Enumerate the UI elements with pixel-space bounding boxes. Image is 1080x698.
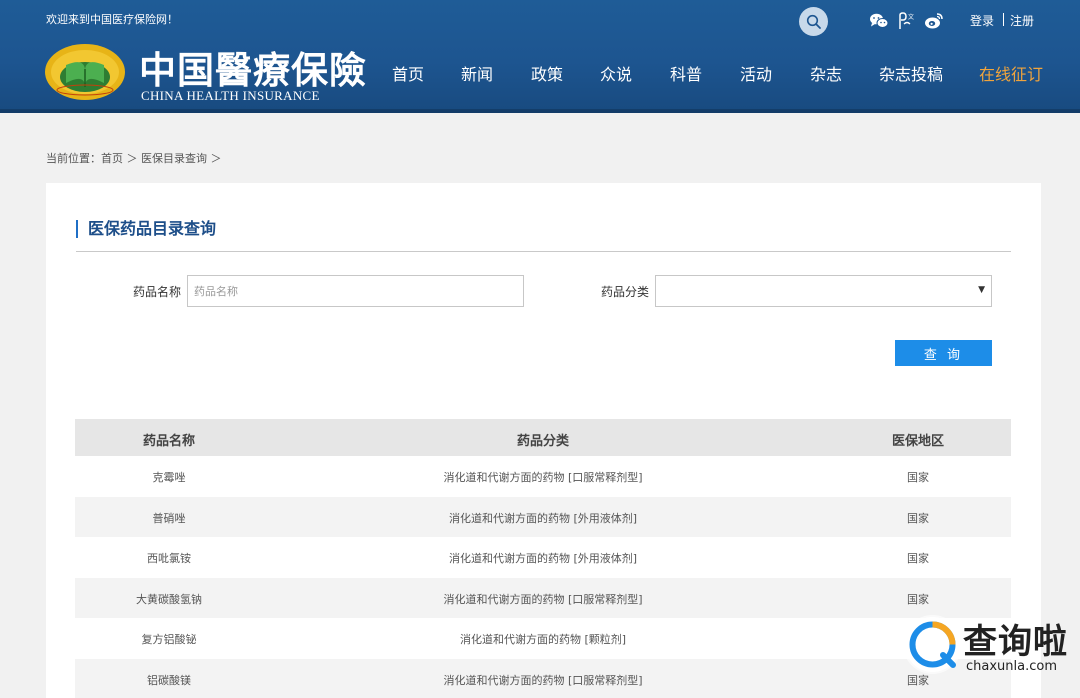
title-divider (76, 251, 1011, 252)
cell-drug-category: 消化道和代谢方面的药物 [口服常释剂型] (443, 592, 643, 606)
table-header: 药品名称 药品分类 医保地区 (75, 419, 1011, 456)
search-icon (806, 14, 821, 29)
nav-home[interactable]: 首页 (392, 61, 424, 85)
cell-region: 国家 (907, 592, 929, 606)
drug-name-label: 药品名称 (133, 285, 182, 299)
nav-submission[interactable]: 杂志投稿 (879, 61, 943, 85)
nav-events[interactable]: 活动 (740, 61, 772, 85)
nav-subscribe[interactable]: 在线征订 (979, 61, 1043, 85)
table-row[interactable]: 西吡氯铵 消化道和代谢方面的药物 [外用液体剂] 国家 (75, 537, 1011, 578)
chevron-down-icon: ▼ (978, 285, 985, 295)
cell-region: 国家 (907, 552, 929, 565)
drug-name-input[interactable] (187, 275, 524, 307)
auth-divider (1003, 13, 1004, 26)
main-panel: 医保药品目录查询 药品名称 药品分类 ▼ 查 询 药品名称 药品分类 医保地区 … (46, 183, 1041, 698)
watermark-search-icon (909, 621, 956, 668)
table-row[interactable]: 克霉唑 消化道和代谢方面的药物 [口服常释剂型] 国家 (75, 456, 1011, 497)
search-button[interactable] (799, 7, 828, 36)
logo-english-text: CHINA HEALTH INSURANCE (141, 88, 320, 103)
cell-drug-category: 消化道和代谢方面的药物 [颗粒剂] (459, 633, 627, 646)
nav-news[interactable]: 新闻 (461, 61, 493, 85)
cell-drug-name: 复方铝酸铋 (141, 633, 197, 646)
drug-category-label: 药品分类 (601, 285, 650, 299)
watermark-url: chaxunla.com (966, 659, 1057, 674)
watermark-text: 查询啦 (963, 622, 1068, 662)
nav-magazine[interactable]: 杂志 (810, 61, 842, 85)
query-button[interactable]: 查 询 (895, 340, 992, 366)
welcome-text: 欢迎来到中国医疗保险网！ (46, 13, 178, 26)
table-row[interactable]: 铝碳酸镁 消化道和代谢方面的药物 [口服常释剂型] 国家 (75, 658, 1011, 698)
cell-drug-name: 克霉唑 (152, 471, 186, 484)
logo-chinese-text: 中国醫療保險 (139, 48, 367, 92)
watermark-logo (905, 617, 960, 672)
site-header: 欢迎来到中国医疗保险网！ 文 登录 注册 中国醫療保險 CHINA HEALTH… (0, 0, 1080, 113)
cell-drug-category: 消化道和代谢方面的药物 [外用液体剂] (448, 511, 638, 525)
table-row[interactable]: 复方铝酸铋 消化道和代谢方面的药物 [颗粒剂] (75, 618, 1011, 659)
cell-region: 国家 (907, 673, 929, 687)
results-table: 药品名称 药品分类 医保地区 克霉唑 消化道和代谢方面的药物 [口服常释剂型] … (75, 419, 1011, 698)
register-link[interactable]: 注册 (1010, 12, 1034, 29)
column-header-category: 药品分类 (516, 434, 570, 449)
table-row[interactable]: 大黄碳酸氢钠 消化道和代谢方面的药物 [口服常释剂型] 国家 (75, 577, 1011, 618)
nav-opinions[interactable]: 众说 (600, 61, 632, 85)
svg-text:文: 文 (908, 13, 914, 21)
column-header-region: 医保地区 (891, 434, 945, 449)
nav-science[interactable]: 科普 (670, 61, 702, 85)
breadcrumb: 当前位置：首页 ＞ 医保目录查询 ＞ (46, 152, 222, 165)
weibo-icon[interactable] (924, 12, 944, 30)
column-header-name: 药品名称 (142, 434, 196, 449)
cell-drug-name: 大黄碳酸氢钠 (136, 592, 202, 606)
cell-drug-name: 西吡氯铵 (147, 552, 191, 565)
cell-drug-category: 消化道和代谢方面的药物 [口服常释剂型] (443, 673, 643, 687)
table-row[interactable]: 普硝唑 消化道和代谢方面的药物 [外用液体剂] 国家 (75, 496, 1011, 537)
nav-policy[interactable]: 政策 (531, 61, 563, 85)
drug-category-select[interactable]: ▼ (655, 275, 992, 307)
cell-drug-category: 消化道和代谢方面的药物 [外用液体剂] (448, 552, 638, 565)
page-title: 医保药品目录查询 (76, 220, 216, 238)
wechat-icon[interactable] (869, 12, 889, 30)
cell-drug-name: 普硝唑 (152, 511, 186, 525)
people-icon[interactable]: 文 (897, 12, 915, 30)
cell-drug-name: 铝碳酸镁 (147, 673, 191, 687)
cell-region: 国家 (907, 511, 929, 525)
logo-emblem[interactable] (44, 43, 126, 101)
cell-region: 国家 (907, 471, 929, 484)
cell-drug-category: 消化道和代谢方面的药物 [口服常释剂型] (443, 471, 643, 484)
login-link[interactable]: 登录 (970, 12, 994, 29)
